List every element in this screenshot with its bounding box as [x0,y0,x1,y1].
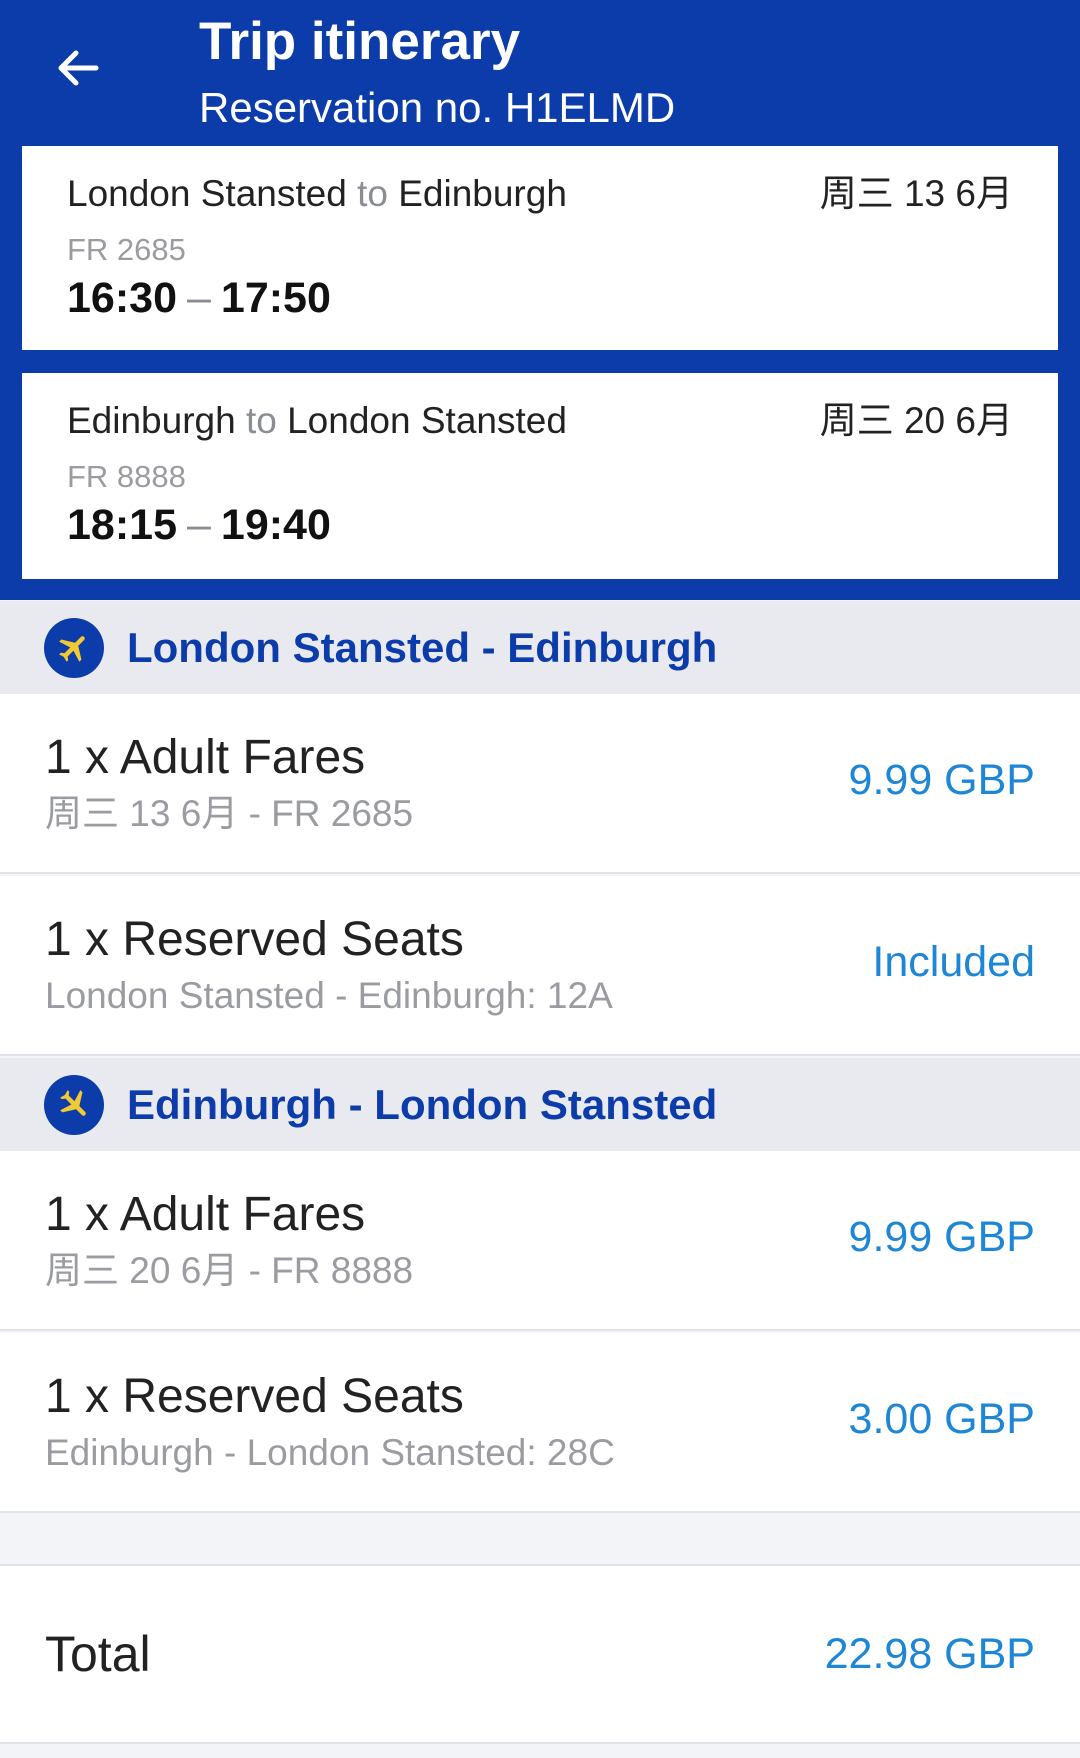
item-price: 9.99 GBP [848,1213,1035,1261]
back-arrow-icon [58,50,99,86]
arrival-time: 17:50 [220,274,331,322]
flight-card-outbound[interactable]: London Stansted to Edinburgh 周三 13 6月 FR… [22,146,1058,350]
flight-card-return[interactable]: Edinburgh to London Stansted 周三 20 6月 FR… [22,373,1058,579]
section-header-outbound: London Stansted - Edinburgh [0,601,1080,694]
total-row: Total 22.98 GBP [0,1564,1080,1744]
item-subtitle: Edinburgh - London Stansted: 28C [45,1432,615,1473]
list-item-adult-fares: 1 x Adult Fares 周三 20 6月 - FR 8888 9.99 … [0,1151,1080,1331]
item-title: 1 x Adult Fares [45,1188,366,1241]
reservation-number: Reservation no. H1ELMD [199,84,676,131]
section-header-return: Edinburgh - London Stansted [0,1058,1080,1151]
item-subtitle: London Stansted - Edinburgh: 12A [45,975,613,1016]
flight-date: 周三 13 6月 [819,173,1013,214]
list-item-reserved-seats: 1 x Reserved Seats London Stansted - Edi… [0,876,1080,1056]
arrival-time: 19:40 [220,501,331,549]
flight-times: 16:30–17:50 [67,270,331,326]
section-title: London Stansted - Edinburgh [127,624,718,671]
route-destination: Edinburgh [398,173,567,214]
flight-route: London Stansted to Edinburgh [67,170,567,218]
time-separator: – [186,274,211,322]
item-subtitle: 周三 13 6月 - FR 2685 [45,793,414,834]
departure-time: 18:15 [67,501,177,549]
app-header: Trip itinerary Reservation no. H1ELMD Lo… [0,0,1080,600]
item-price: 9.99 GBP [848,756,1035,804]
total-value: 22.98 GBP [824,1630,1035,1678]
flight-number: FR 8888 [67,459,186,494]
plane-icon [44,1075,104,1135]
item-subtitle: 周三 20 6月 - FR 8888 [45,1250,414,1291]
item-title: 1 x Reserved Seats [45,913,464,966]
item-price: 3.00 GBP [848,1395,1035,1443]
section-title: Edinburgh - London Stansted [127,1081,718,1128]
item-title: 1 x Reserved Seats [45,1370,464,1423]
route-connector: to [357,173,388,214]
page-title: Trip itinerary [199,12,521,71]
total-label: Total [45,1626,151,1682]
plane-icon [44,618,104,678]
time-separator: – [186,501,211,549]
list-item-adult-fares: 1 x Adult Fares 周三 13 6月 - FR 2685 9.99 … [0,694,1080,874]
back-button[interactable] [40,30,116,106]
flight-date: 周三 20 6月 [819,400,1013,441]
flight-route: Edinburgh to London Stansted [67,397,567,445]
item-title: 1 x Adult Fares [45,731,366,784]
flight-number: FR 2685 [67,232,186,267]
list-item-reserved-seats: 1 x Reserved Seats Edinburgh - London St… [0,1333,1080,1513]
flight-times: 18:15–19:40 [67,497,331,553]
route-connector: to [245,400,277,441]
route-destination: London Stansted [287,400,567,441]
route-origin: Edinburgh [67,400,236,441]
item-price: Included [872,938,1035,986]
departure-time: 16:30 [67,274,177,322]
route-origin: London Stansted [67,173,347,214]
